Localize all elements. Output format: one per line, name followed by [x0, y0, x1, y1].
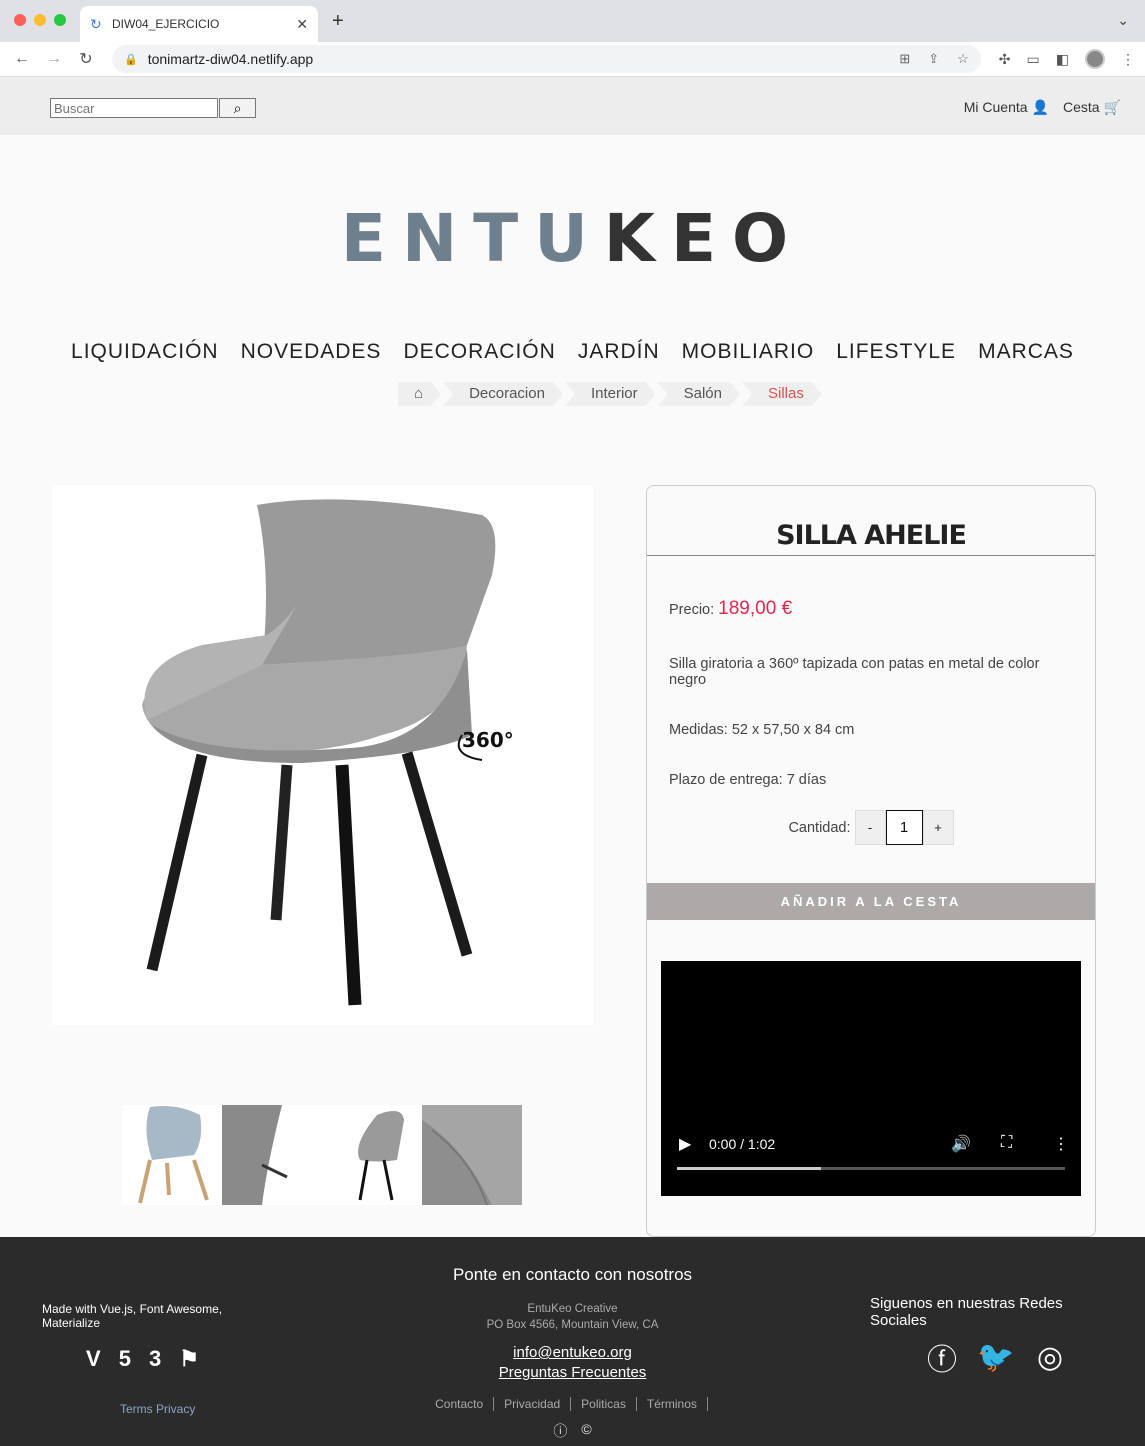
minimize-window-button[interactable]: [34, 14, 46, 26]
account-links: Mi Cuenta 👤 Cesta 🛒: [964, 99, 1121, 116]
new-tab-button[interactable]: +: [332, 10, 344, 33]
breadcrumb-item[interactable]: Decoracion: [443, 382, 563, 406]
thumbnail[interactable]: [422, 1105, 522, 1205]
cart-link[interactable]: Cesta 🛒: [1063, 99, 1121, 116]
account-label: Mi Cuenta: [963, 99, 1028, 115]
breadcrumb-item[interactable]: Interior: [565, 382, 656, 406]
tab-title: DIW04_EJERCICIO: [112, 17, 220, 31]
menu-item-jardin[interactable]: JARDÍN: [578, 340, 660, 364]
menu-item-novedades[interactable]: NOVEDADES: [241, 340, 382, 364]
footer-link-contacto[interactable]: Contacto: [425, 1397, 495, 1411]
accessibility-icon: ⓘ: [553, 1423, 568, 1439]
product-dimensions: Medidas: 52 x 57,50 x 84 cm: [669, 722, 855, 738]
rotation-360-icon: 360°: [462, 728, 514, 752]
main-menu: LIQUIDACIÓN NOVEDADES DECORACIÓN JARDÍN …: [0, 340, 1145, 364]
quantity-label: Cantidad:: [788, 819, 851, 836]
close-tab-icon[interactable]: ✕: [296, 16, 308, 33]
delivery-time: Plazo de entrega: 7 días: [669, 772, 827, 788]
twitter-icon[interactable]: 🐦: [977, 1341, 1014, 1374]
facebook-icon[interactable]: ⓕ: [926, 1341, 958, 1377]
decrease-quantity-button[interactable]: -: [854, 810, 886, 845]
volume-icon[interactable]: 🔊: [951, 1134, 971, 1154]
search-form: ⌕: [50, 98, 256, 118]
logo-part-2: KEO: [603, 200, 805, 277]
menu-item-marcas[interactable]: MARCAS: [978, 340, 1074, 364]
thumbnail-strip: [122, 1105, 522, 1205]
menu-item-decoracion[interactable]: DECORACIÓN: [403, 340, 555, 364]
my-account-link[interactable]: Mi Cuenta 👤: [964, 99, 1049, 116]
menu-kebab-icon[interactable]: ⋮: [1121, 51, 1135, 68]
thumbnail[interactable]: [222, 1105, 322, 1205]
thumbnail[interactable]: [122, 1105, 222, 1205]
video-progress-fill: [677, 1167, 821, 1170]
contact-title: Ponte en contacto con nosotros: [452, 1265, 693, 1284]
product-title: SILLA AHELIE: [647, 486, 1095, 556]
reload-button[interactable]: ↻: [74, 49, 98, 69]
forward-button[interactable]: →: [42, 50, 66, 68]
creative-commons-icon: ©: [581, 1421, 592, 1437]
quantity-stepper: Cantidad: - 1 +: [669, 810, 1073, 845]
menu-item-liquidacion[interactable]: LIQUIDACIÓN: [71, 340, 219, 364]
search-button[interactable]: ⌕: [219, 98, 256, 118]
url-text: tonimartz-diw04.netlify.app: [147, 51, 314, 67]
menu-item-mobiliario[interactable]: MOBILIARIO: [682, 340, 815, 364]
translate-icon[interactable]: ⊞: [899, 51, 910, 67]
video-controls: ▶ 0:00 / 1:02 🔊 ⛶ ⋮: [661, 1126, 1081, 1196]
breadcrumb-current: Sillas: [742, 382, 822, 406]
breadcrumb-home[interactable]: ⌂: [398, 382, 441, 406]
product-main-image[interactable]: 360°: [52, 485, 593, 1025]
browser-tab[interactable]: ↻ DIW04_EJERCICIO ✕: [80, 6, 318, 42]
bookmark-star-icon[interactable]: ☆: [957, 51, 969, 67]
social-title: Siguenos en nuestras Redes Sociales: [870, 1295, 1063, 1329]
chair-image: 360°: [142, 499, 514, 1006]
profile-avatar[interactable]: [1085, 49, 1105, 69]
maximize-window-button[interactable]: [54, 14, 66, 26]
sidepanel-icon[interactable]: ◧: [1056, 51, 1069, 68]
site-topbar: ⌕ Mi Cuenta👤 Cesta🛒: [0, 77, 1145, 135]
more-options-icon[interactable]: ⋮: [1053, 1134, 1069, 1154]
site-logo[interactable]: ENTUKEO: [0, 200, 1145, 277]
fullscreen-icon[interactable]: ⛶: [1001, 1134, 1012, 1152]
breadcrumb-item[interactable]: Salón: [658, 382, 740, 406]
window-controls: [14, 14, 66, 26]
play-icon[interactable]: ▶: [679, 1134, 691, 1154]
price-row: Precio: 189,00 €: [669, 598, 1073, 620]
cart-icon: 🛒: [1103, 99, 1121, 115]
menu-item-lifestyle[interactable]: LIFESTYLE: [836, 340, 956, 364]
close-window-button[interactable]: [14, 14, 26, 26]
increase-quantity-button[interactable]: +: [922, 810, 954, 845]
lock-icon: 🔒: [124, 53, 138, 66]
cast-icon[interactable]: ▭: [1027, 51, 1040, 68]
video-progress-bar[interactable]: [677, 1167, 1065, 1170]
share-icon[interactable]: ⇪: [928, 51, 939, 67]
instagram-icon[interactable]: ◎: [1034, 1341, 1066, 1374]
back-button[interactable]: ←: [10, 50, 34, 68]
breadcrumb: ⌂ Decoracion Interior Salón Sillas: [398, 382, 824, 406]
search-icon: ⌕: [233, 100, 242, 116]
browser-toolbar: ← → ↻ 🔒 tonimartz-diw04.netlify.app ⊞ ⇪ …: [0, 42, 1145, 77]
home-icon: ⌂: [414, 385, 424, 402]
site-footer: Made with Vue.js, Font Awesome, Material…: [0, 1237, 1145, 1446]
price-label: Precio:: [669, 602, 715, 618]
user-icon: 👤: [1031, 99, 1049, 115]
add-to-cart-button[interactable]: AÑADIR A LA CESTA: [647, 883, 1095, 920]
address-bar[interactable]: 🔒 tonimartz-diw04.netlify.app ⊞ ⇪ ☆: [112, 45, 981, 73]
logo-part-1: ENTU: [340, 200, 604, 277]
footer-link-privacidad[interactable]: Privacidad: [494, 1397, 572, 1411]
product-panel: SILLA AHELIE Precio: 189,00 € Silla gira…: [646, 485, 1096, 1237]
price-value: 189,00 €: [718, 598, 793, 619]
product-description: Silla giratoria a 360º tapizada con pata…: [669, 656, 1040, 688]
extensions-icon[interactable]: ✣: [999, 51, 1011, 68]
loading-icon: ↻: [90, 16, 102, 32]
search-input[interactable]: [50, 98, 218, 118]
footer-link-terminos[interactable]: Términos: [637, 1397, 708, 1411]
footer-link-politicas[interactable]: Politicas: [571, 1397, 637, 1411]
cart-label: Cesta: [1062, 99, 1100, 115]
quantity-input[interactable]: 1: [885, 810, 923, 845]
thumbnail[interactable]: [322, 1105, 422, 1205]
browser-tabstrip: ↻ DIW04_EJERCICIO ✕ + ⌄: [0, 0, 1145, 42]
product-video[interactable]: ▶ 0:00 / 1:02 🔊 ⛶ ⋮: [661, 961, 1081, 1196]
video-time: 0:00 / 1:02: [709, 1136, 776, 1152]
tab-search-icon[interactable]: ⌄: [1117, 12, 1129, 29]
